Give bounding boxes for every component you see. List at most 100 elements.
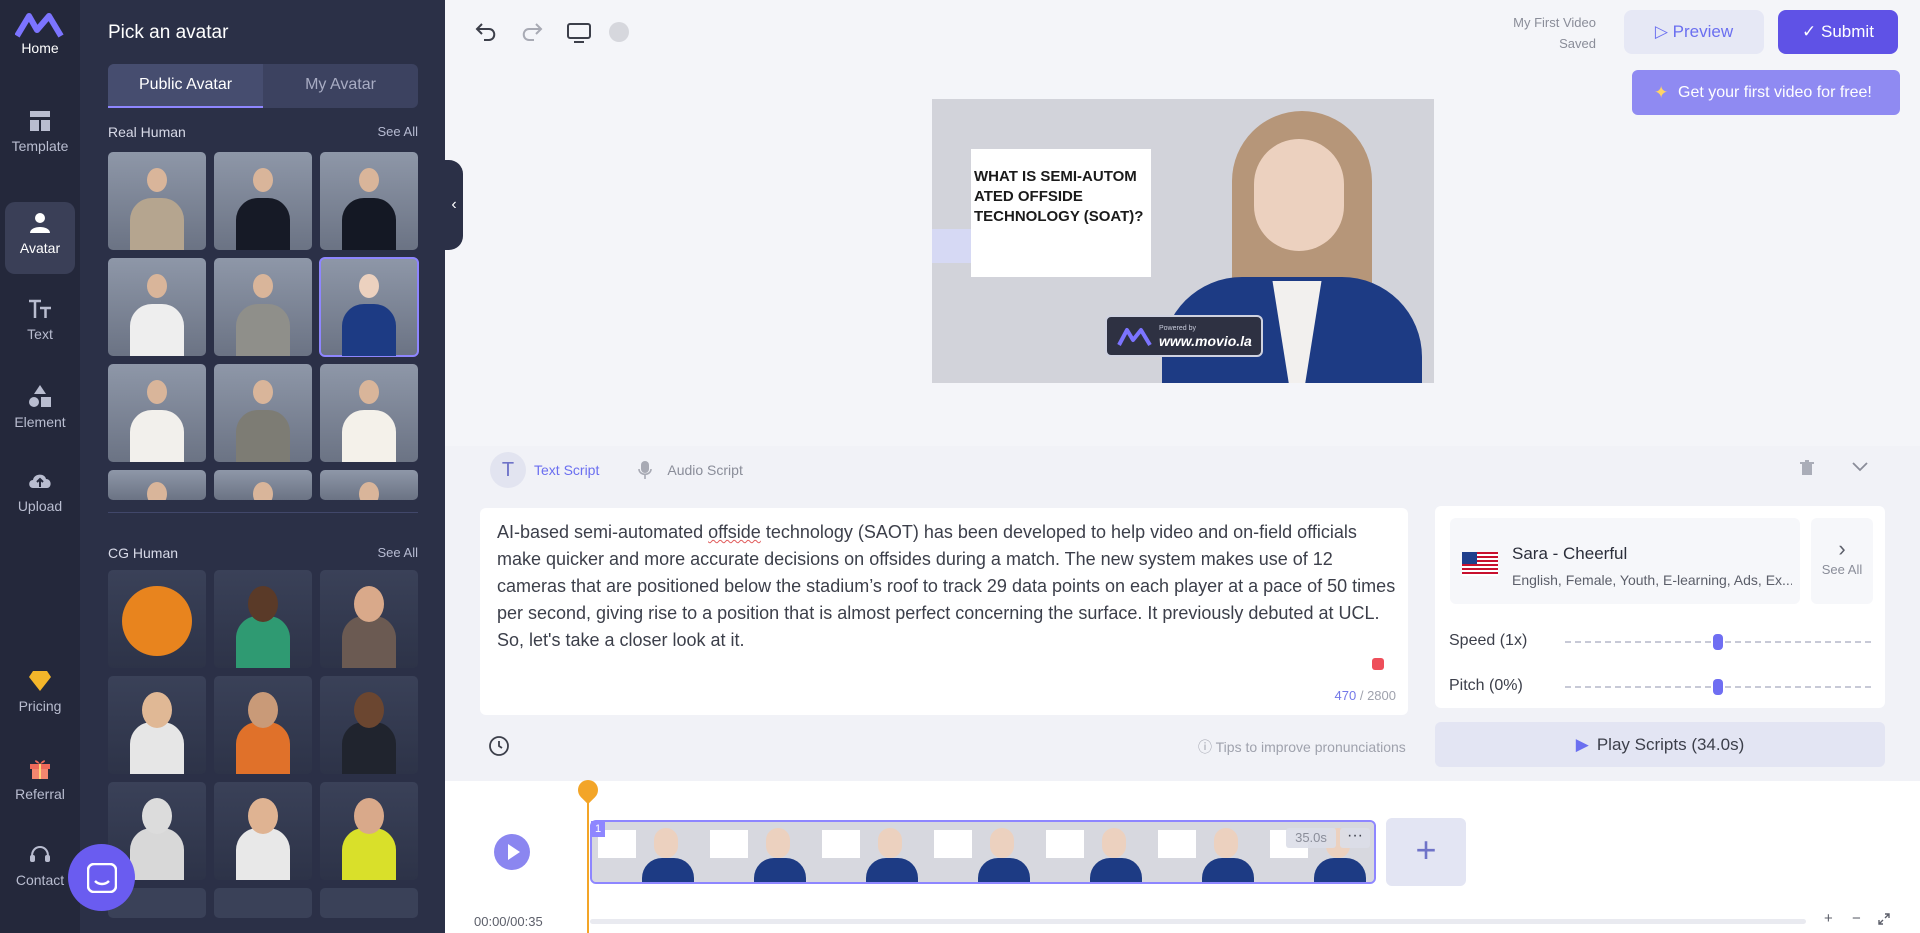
submit-label: Submit: [1821, 22, 1874, 41]
clock-icon[interactable]: [488, 735, 510, 757]
nav-text[interactable]: Text: [5, 288, 75, 360]
collapse-panel-button[interactable]: ‹: [445, 160, 463, 250]
add-scene-button[interactable]: +: [1386, 818, 1466, 886]
clip-more-button[interactable]: ···: [1340, 828, 1370, 848]
play-scripts-button[interactable]: ▶ Play Scripts (34.0s): [1435, 722, 1885, 767]
script-editor[interactable]: AI-based semi-automated offside technolo…: [480, 508, 1408, 715]
nav-template[interactable]: Template: [5, 100, 75, 172]
clip-frame: [704, 822, 816, 882]
nav-upload[interactable]: Upload: [5, 460, 75, 532]
nav-label: Text: [27, 326, 53, 342]
free-video-banner[interactable]: ✦ Get your first video for free!: [1632, 70, 1900, 115]
timeline-play-button[interactable]: [494, 834, 530, 870]
project-info: My First Video Saved: [1460, 12, 1596, 54]
nav-avatar[interactable]: Avatar: [5, 202, 75, 274]
avatar-thumb-selected[interactable]: [319, 257, 419, 357]
tab-my-avatar[interactable]: My Avatar: [263, 64, 418, 108]
avatar-thumb[interactable]: [320, 470, 418, 500]
movio-logo-icon: [1117, 328, 1152, 347]
avatar-thumb[interactable]: [320, 888, 418, 918]
avatar-thumb[interactable]: [108, 364, 206, 462]
voice-settings: Sara - Cheerful English, Female, Youth, …: [1435, 506, 1885, 708]
avatar-thumb[interactable]: [320, 782, 418, 880]
home-button[interactable]: Home: [12, 12, 68, 62]
pronunciation-tips-link[interactable]: ⓘ Tips to improve pronunciations: [1198, 737, 1406, 757]
voice-name: Sara - Cheerful: [1512, 544, 1628, 563]
avatar-thumb[interactable]: [320, 570, 418, 668]
nav-pricing[interactable]: Pricing: [5, 660, 75, 732]
char-count: 470 / 2800: [1335, 688, 1396, 703]
avatar-thumb[interactable]: [214, 364, 312, 462]
zoom-in-button[interactable]: +: [1824, 910, 1833, 927]
see-all-link[interactable]: See All: [378, 124, 418, 140]
avatar-thumb[interactable]: [320, 364, 418, 462]
pitch-label: Pitch (0%): [1449, 677, 1523, 694]
see-all-label: See All: [1821, 562, 1863, 577]
chat-icon: [87, 863, 117, 893]
screen-ratio-icon[interactable]: [567, 23, 591, 43]
avatar-panel: Pick an avatar Public Avatar My Avatar R…: [80, 0, 445, 933]
nav-label: Referral: [15, 786, 65, 802]
avatar-thumb[interactable]: [108, 676, 206, 774]
voice-card[interactable]: Sara - Cheerful English, Female, Youth, …: [1450, 518, 1800, 604]
misspelled-word[interactable]: offside: [708, 522, 761, 542]
submit-button[interactable]: ✓ Submit: [1778, 10, 1898, 54]
text-icon: [29, 299, 51, 318]
fit-screen-icon[interactable]: [1878, 913, 1890, 925]
text-script-icon[interactable]: T: [490, 452, 526, 488]
speed-label: Speed (1x): [1449, 632, 1528, 649]
speed-slider-row: Speed (1x): [1449, 632, 1879, 650]
tab-text-script[interactable]: Text Script: [534, 462, 599, 478]
nav-referral[interactable]: Referral: [5, 746, 75, 818]
char-count-used: 470: [1334, 688, 1357, 703]
avatar-thumb[interactable]: [214, 258, 312, 356]
avatar-thumb[interactable]: [214, 782, 312, 880]
plus-icon: +: [1415, 829, 1437, 870]
avatar-thumb[interactable]: [214, 676, 312, 774]
voice-see-all-button[interactable]: › See All: [1811, 518, 1873, 604]
tab-audio-script[interactable]: Audio Script: [637, 460, 743, 480]
redo-icon[interactable]: [522, 23, 543, 41]
background-color-icon[interactable]: [609, 22, 629, 42]
avatar-thumb[interactable]: [320, 676, 418, 774]
canvas-heading[interactable]: WHAT IS SEMI-AUTOM ATED OFFSIDE TECHNOLO…: [974, 167, 1150, 227]
preview-button[interactable]: ▷ Preview: [1624, 10, 1764, 54]
tab-public-avatar[interactable]: Public Avatar: [108, 64, 263, 108]
see-all-link[interactable]: See All: [378, 545, 418, 561]
avatar-thumb[interactable]: [108, 470, 206, 500]
chevron-down-icon[interactable]: [1852, 462, 1868, 472]
avatar-thumb[interactable]: [214, 152, 312, 250]
avatar-thumb[interactable]: [214, 470, 312, 500]
left-nav: Home Template Avatar Text Element Upload…: [0, 0, 80, 933]
script-text[interactable]: AI-based semi-automated offside technolo…: [497, 519, 1397, 654]
microphone-icon: [638, 461, 653, 479]
avatar-thumb[interactable]: [320, 152, 418, 250]
avatar-thumb[interactable]: [108, 570, 206, 668]
template-icon: [30, 111, 50, 131]
trash-icon[interactable]: [1800, 460, 1814, 476]
nav-contact[interactable]: Contact: [5, 832, 75, 904]
nav-label: Upload: [17, 498, 63, 514]
nav-element[interactable]: Element: [5, 374, 75, 446]
pitch-slider-handle[interactable]: [1713, 679, 1723, 695]
undo-icon[interactable]: [475, 23, 496, 41]
avatar-thumb[interactable]: [214, 570, 312, 668]
avatar-thumb[interactable]: [108, 258, 206, 356]
chat-support-button[interactable]: [68, 844, 135, 911]
upload-icon: [29, 474, 51, 488]
scene-clip[interactable]: [590, 820, 1376, 884]
chevron-left-icon: ‹: [451, 196, 457, 213]
zoom-out-button[interactable]: −: [1852, 910, 1861, 927]
avatar-thumb[interactable]: [214, 888, 312, 918]
cg-human-grid: [108, 570, 418, 918]
avatar-thumb[interactable]: [108, 152, 206, 250]
video-canvas[interactable]: Powered by www.movio.la: [932, 99, 1434, 383]
chevron-right-icon: ›: [1838, 536, 1846, 561]
home-label: Home: [21, 40, 59, 56]
project-title[interactable]: My First Video: [1460, 12, 1596, 33]
timeline-scrollbar[interactable]: [590, 919, 1806, 924]
record-indicator[interactable]: [1372, 658, 1384, 670]
speed-slider-handle[interactable]: [1713, 634, 1723, 650]
save-status: Saved: [1559, 36, 1596, 51]
gift-icon: [30, 760, 50, 779]
